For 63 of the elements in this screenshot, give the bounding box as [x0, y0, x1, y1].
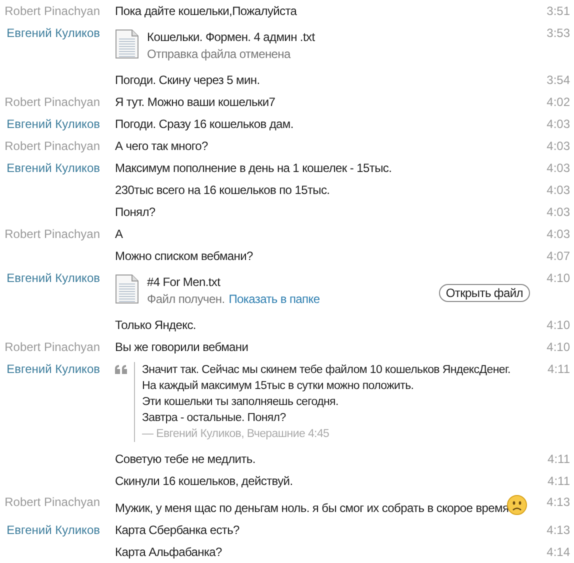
file-status: Отправка файла отменена [147, 47, 290, 61]
sender-name: Robert Pinachyan [4, 4, 100, 18]
message-text: Советую тебе не медлить. [115, 452, 256, 466]
message-time: 4:13 [546, 523, 570, 537]
sender-name: Евгений Куликов [6, 117, 100, 131]
quote-line: На каждый максимум 15тыс в сутки можно положить. [142, 379, 415, 394]
sender-name: Robert Pinachyan [4, 139, 100, 153]
message-time: 4:03 [546, 161, 570, 175]
message-time: 3:54 [546, 73, 570, 87]
message-text: Погоди. Скину через 5 мин. [115, 73, 260, 87]
quote-line: Значит так. Сейчас мы скинем тебе файлом 10 кошельков ЯндексДенег. [142, 363, 510, 378]
message-time: 4:13 [546, 495, 570, 509]
message-text: Я тут. Можно ваши кошельки7 [115, 95, 276, 109]
message-time: 4:03 [546, 205, 570, 219]
message-text: Вы же говорили вебмани [115, 340, 248, 354]
message-time: 4:11 [548, 362, 570, 376]
message-text: Пока дайте кошельки,Пожалуйста [115, 4, 297, 18]
quote-line: Эти кошельки ты заполняешь сегодня. [142, 395, 340, 410]
message-text: Карта Сбербанка есть? [115, 523, 240, 537]
message-time: 4:03 [546, 183, 570, 197]
message-time: 4:03 [546, 139, 570, 153]
sender-name: Robert Pinachyan [4, 227, 100, 241]
sender-name: Евгений Куликов [6, 26, 100, 40]
message-time: 4:03 [546, 227, 570, 241]
show-in-folder-link[interactable]: Показать в папке [228, 292, 320, 306]
document-icon [115, 29, 139, 59]
message-time: 3:53 [546, 26, 570, 40]
message-text: Можно списком вебмани? [115, 249, 253, 263]
sender-name: Евгений Куликов [6, 161, 100, 175]
file-status: Файл получен. [147, 292, 225, 306]
message-text: Только Яндекс. [115, 318, 196, 332]
file-name: #4 For Men.txt [147, 275, 222, 289]
message-text: Мужик, у меня щас по деньгам ноль. я бы смог их собрать в скорое время [115, 501, 509, 515]
quote-mark-icon [115, 365, 127, 374]
message-time: 3:51 [546, 4, 570, 18]
message-text: Максимум пополнение в день на 1 кошелек - 15тыс. [115, 161, 392, 175]
sender-name: Robert Pinachyan [4, 495, 100, 509]
message-time: 4:11 [548, 474, 570, 488]
sender-name: Robert Pinachyan [4, 95, 100, 109]
message-text: Карта Альфабанка? [115, 545, 222, 559]
sender-name: Евгений Куликов [6, 362, 100, 376]
message-text: Погоди. Сразу 16 кошельков дам. [115, 117, 294, 131]
sender-name: Евгений Куликов [6, 271, 100, 285]
message-time: 4:10 [546, 318, 570, 332]
sender-name: Евгений Куликов [6, 523, 100, 537]
open-file-button[interactable]: Открыть файл [438, 284, 530, 302]
quote-line: Завтра - остальные. Понял? [142, 411, 287, 426]
message-time: 4:03 [546, 117, 570, 131]
message-text: Понял? [115, 205, 156, 219]
message-time: 4:11 [548, 452, 570, 466]
document-icon [115, 274, 139, 304]
message-time: 4:10 [546, 271, 570, 285]
message-text: А чего так много? [115, 139, 208, 153]
message-time: 4:10 [546, 340, 570, 354]
message-time: 4:07 [546, 249, 570, 263]
message-text: 230тыс всего на 16 кошельков по 15тыс. [115, 183, 330, 197]
message-time: 4:02 [546, 95, 570, 109]
message-time: 4:14 [546, 545, 570, 559]
message-text: А [115, 227, 123, 241]
message-text: Скинули 16 кошельков, действуй. [115, 474, 293, 488]
sender-name: Robert Pinachyan [4, 340, 100, 354]
file-name: Кошельки. Формен. 4 админ .txt [147, 30, 315, 44]
quote-attribution: — Евгений Куликов, Вчерашние 4:45 [142, 427, 330, 442]
